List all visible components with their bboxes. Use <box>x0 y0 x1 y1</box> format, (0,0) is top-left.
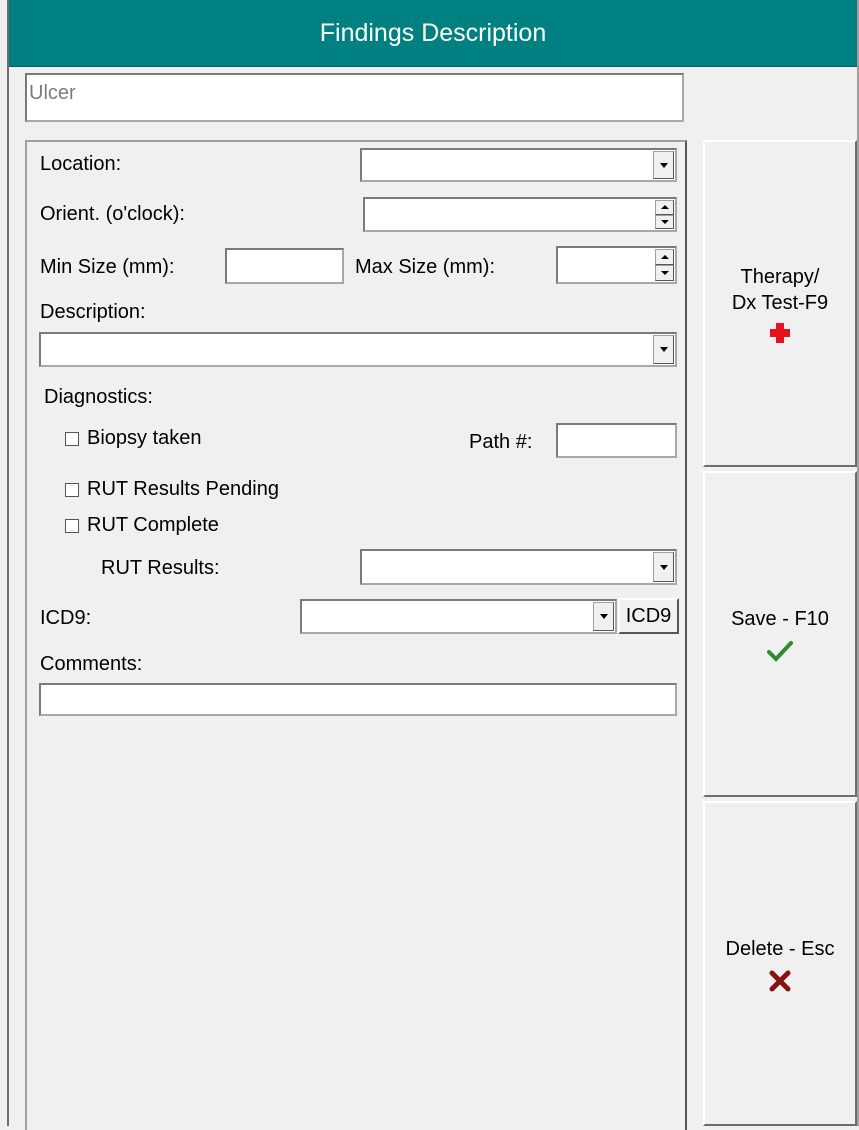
delete-label: Delete - Esc <box>725 937 835 960</box>
chevron-down-icon[interactable] <box>653 151 674 179</box>
chevron-down-icon[interactable] <box>653 335 674 364</box>
comments-input[interactable] <box>39 683 677 716</box>
orient-spinner[interactable] <box>363 197 677 232</box>
delete-button[interactable]: Delete - Esc <box>703 801 857 1126</box>
diagnostics-label: Diagnostics: <box>44 386 153 408</box>
spin-up-icon[interactable] <box>655 200 674 215</box>
form-panel <box>25 140 687 1130</box>
rut-pending-label: RUT Results Pending <box>87 478 279 500</box>
spin-up-icon[interactable] <box>655 249 674 265</box>
icd9-dropdown[interactable] <box>300 599 617 634</box>
save-button[interactable]: Save - F10 <box>703 471 857 797</box>
rut-complete-checkbox-row[interactable]: RUT Complete <box>65 514 219 537</box>
min-size-input[interactable] <box>225 248 344 284</box>
spin-down-icon[interactable] <box>655 265 674 281</box>
rut-complete-label: RUT Complete <box>87 514 219 536</box>
finding-name-field[interactable]: Ulcer <box>25 73 684 122</box>
window-frame-left <box>0 0 9 1126</box>
chevron-down-icon[interactable] <box>653 552 674 582</box>
path-number-input[interactable] <box>556 423 677 458</box>
checkmark-icon <box>767 641 793 662</box>
icd9-lookup-button[interactable]: ICD9 <box>618 598 679 634</box>
description-dropdown[interactable] <box>39 332 677 367</box>
max-size-spinner[interactable] <box>556 246 677 284</box>
min-size-label: Min Size (mm): <box>40 256 175 278</box>
biopsy-taken-checkbox-row[interactable]: Biopsy taken <box>65 427 202 450</box>
orient-spin-buttons[interactable] <box>655 200 674 229</box>
x-icon <box>769 970 791 991</box>
therapy-line2: Dx Test-F9 <box>731 291 829 314</box>
path-number-label: Path #: <box>469 431 533 453</box>
rut-pending-checkbox[interactable] <box>65 482 79 497</box>
therapy-dx-test-button[interactable]: Therapy/ Dx Test-F9 <box>703 140 857 467</box>
location-dropdown[interactable] <box>360 148 677 182</box>
max-size-spin-buttons[interactable] <box>655 249 674 281</box>
save-label: Save - F10 <box>731 608 829 630</box>
rut-results-label: RUT Results: <box>101 557 220 579</box>
rut-results-dropdown[interactable] <box>360 549 677 585</box>
description-label: Description: <box>40 301 146 323</box>
spin-down-icon[interactable] <box>655 214 674 229</box>
biopsy-taken-checkbox[interactable] <box>65 431 79 446</box>
comments-label: Comments: <box>40 653 143 675</box>
rut-complete-checkbox[interactable] <box>65 518 79 533</box>
biopsy-taken-label: Biopsy taken <box>87 427 202 449</box>
rut-pending-checkbox-row[interactable]: RUT Results Pending <box>65 478 279 501</box>
therapy-line1: Therapy/ <box>740 265 820 288</box>
orient-label: Orient. (o'clock): <box>40 203 185 225</box>
icd9-label: ICD9: <box>40 607 92 629</box>
window-title: Findings Description <box>9 0 857 67</box>
max-size-label: Max Size (mm): <box>355 256 495 278</box>
location-label: Location: <box>40 153 122 175</box>
red-cross-icon <box>770 322 790 343</box>
chevron-down-icon[interactable] <box>593 602 614 631</box>
